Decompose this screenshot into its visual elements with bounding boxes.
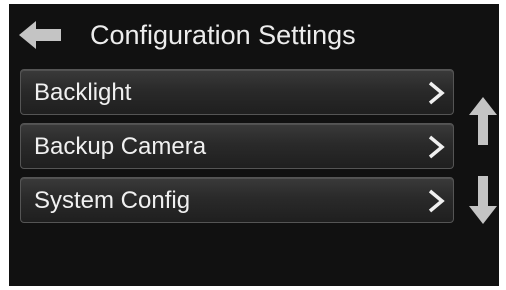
menu-item-backup-camera[interactable]: Backup Camera (20, 123, 454, 169)
back-button[interactable] (19, 20, 61, 50)
arrow-up-icon (469, 97, 497, 145)
menu-item-system-config[interactable]: System Config (20, 177, 454, 223)
scroll-up-button[interactable] (469, 97, 497, 145)
scroll-down-button[interactable] (469, 176, 497, 224)
menu-item-backlight[interactable]: Backlight (20, 69, 454, 115)
header: Configuration Settings (9, 4, 499, 66)
menu-item-label: Backup Camera (34, 133, 207, 160)
menu-item-label: System Config (34, 187, 191, 214)
chevron-right-icon (428, 135, 445, 159)
page-title: Configuration Settings (90, 20, 356, 50)
chevron-right-icon (428, 81, 445, 105)
menu-item-label: Backlight (34, 79, 132, 106)
arrow-down-icon (469, 176, 497, 224)
screen: Configuration Settings Backlight Backup … (9, 4, 499, 286)
arrow-left-icon (19, 21, 61, 49)
chevron-right-icon (428, 189, 445, 213)
